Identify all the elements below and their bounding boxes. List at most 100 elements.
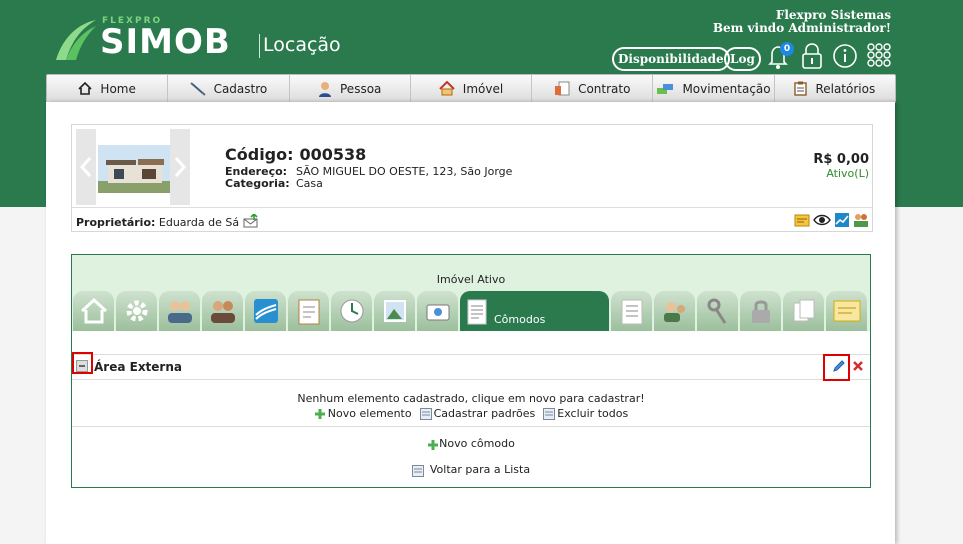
gear-icon	[126, 300, 147, 322]
endereco-value: SÃO MIGUEL DO OESTE, 123, São Jorge	[296, 165, 513, 178]
locacao-wordmark: Locação	[263, 34, 341, 56]
delete-x-icon[interactable]	[852, 360, 864, 372]
menu-cadastro-label: Cadastro	[213, 81, 268, 96]
notification-badge: 0	[780, 42, 794, 56]
camera-icon	[426, 304, 449, 321]
chevron-right-icon	[174, 157, 187, 177]
highlight-edit	[823, 354, 850, 381]
tab-photos[interactable]	[374, 291, 415, 331]
novo-elemento-label: Novo elemento	[327, 407, 412, 420]
simob-wordmark: SIMOB	[100, 22, 231, 62]
voltar-label: Voltar para a Lista	[429, 463, 531, 476]
main-menu: Home Cadastro Pessoa Imóvel Contrato Mov…	[46, 74, 896, 103]
tab-comodos-label: Cômodos	[494, 312, 546, 326]
categoria-label: Categoria:	[225, 177, 290, 190]
lock-icon[interactable]	[800, 42, 824, 70]
status-badge: Ativo(L)	[826, 167, 869, 180]
section-title: Área Externa	[94, 360, 182, 374]
tab-chart[interactable]	[245, 291, 286, 331]
form-delete-icon	[543, 407, 556, 420]
codigo-value: 000538	[299, 145, 367, 164]
plus-icon	[428, 440, 439, 450]
prev-photo-button[interactable]	[76, 129, 96, 205]
owner-actions	[794, 212, 869, 228]
property-tabs: Cômodos	[73, 291, 867, 331]
property-code: Código: 000538	[225, 145, 366, 164]
key-icon	[707, 298, 726, 324]
tab-clipboard[interactable]	[288, 291, 329, 331]
tab-keys[interactable]	[697, 291, 738, 331]
panel-header: Imóvel Ativo Cômodos	[72, 255, 870, 331]
tab-gallery[interactable]	[417, 291, 458, 331]
menu-contrato-label: Contrato	[578, 81, 631, 96]
novo-comodo-label: Novo cômodo	[439, 437, 515, 450]
tab-contacts[interactable]	[654, 291, 695, 331]
owner-label: Proprietário:	[76, 216, 156, 229]
info-icon[interactable]	[832, 42, 858, 70]
tab-list[interactable]	[611, 291, 652, 331]
house-icon	[439, 81, 455, 96]
apps-grid-icon[interactable]	[866, 42, 892, 70]
tab-tenants[interactable]	[202, 291, 243, 331]
note-icon	[833, 300, 860, 322]
section-area-externa: Área Externa	[72, 354, 870, 380]
menu-contrato[interactable]: Contrato	[532, 75, 654, 102]
tab-notes[interactable]	[826, 291, 867, 331]
menu-movimentacao-label: Movimentação	[682, 81, 771, 96]
clipboard-icon	[794, 81, 808, 96]
menu-movimentacao[interactable]: Movimentação	[653, 75, 775, 102]
menu-home-label: Home	[100, 81, 136, 96]
owner-name[interactable]: Eduarda de Sá	[159, 216, 239, 229]
menu-imovel[interactable]: Imóvel	[411, 75, 533, 102]
contact-icon	[663, 302, 685, 322]
people-icon[interactable]	[853, 212, 869, 228]
send-mail-icon[interactable]	[243, 212, 259, 228]
bars-chart-icon	[253, 299, 278, 323]
price-value: R$ 0,00	[813, 152, 869, 167]
list-back-icon	[411, 465, 424, 477]
tab-settings[interactable]	[116, 291, 157, 331]
document-icon[interactable]	[794, 212, 810, 228]
menu-pessoa-label: Pessoa	[340, 81, 382, 96]
tab-calendar[interactable]	[331, 291, 372, 331]
contract-icon	[555, 81, 570, 96]
tab-documents[interactable]	[783, 291, 824, 331]
categoria-row: Categoria: Casa	[225, 177, 323, 190]
property-photo[interactable]	[98, 145, 172, 193]
menu-pessoa[interactable]: Pessoa	[290, 75, 411, 102]
menu-home[interactable]: Home	[47, 75, 169, 102]
menu-cadastro[interactable]: Cadastro	[168, 75, 290, 102]
tab-owners[interactable]	[159, 291, 200, 331]
cadastrar-padroes-link[interactable]: Cadastrar padrões	[419, 407, 535, 420]
tab-lock[interactable]	[740, 291, 781, 331]
novo-elemento-link[interactable]: Novo elemento	[314, 407, 412, 420]
chart-icon[interactable]	[834, 212, 850, 228]
next-photo-button[interactable]	[170, 129, 190, 205]
menu-relatorios[interactable]: Relatórios	[775, 75, 895, 102]
group-icon	[167, 301, 192, 323]
voltar-link[interactable]: Voltar para a Lista	[72, 463, 870, 477]
simob-logo[interactable]: FLEXPRO SIMOB Locação	[52, 14, 352, 64]
person-icon	[319, 81, 331, 97]
tab-home[interactable]	[73, 291, 114, 331]
house-tab-icon	[80, 297, 107, 324]
notepad-icon	[467, 299, 487, 325]
excluir-todos-link[interactable]: Excluir todos	[543, 407, 628, 420]
categoria-value: Casa	[296, 177, 323, 190]
excluir-todos-label: Excluir todos	[557, 407, 629, 420]
eye-icon[interactable]	[813, 212, 831, 228]
photo-carousel	[76, 129, 190, 205]
checklist-icon	[298, 299, 319, 325]
padlock-icon	[751, 300, 770, 323]
codigo-label: Código:	[225, 145, 294, 164]
novo-comodo-link[interactable]: Novo cômodo	[72, 437, 870, 451]
log-button[interactable]: Log	[724, 47, 761, 71]
property-card: Código: 000538 Endereço: SÃO MIGUEL DO OES…	[71, 124, 873, 232]
content-area: Código: 000538 Endereço: SÃO MIGUEL DO OES…	[46, 102, 895, 544]
disponibilidade-button[interactable]: Disponibilidade	[612, 47, 730, 71]
tab-comodos[interactable]: Cômodos	[460, 291, 609, 331]
calendar-clock-icon	[340, 299, 363, 323]
users-icon	[210, 301, 235, 323]
files-icon	[793, 299, 814, 322]
element-actions: Novo elemento Cadastrar padrões Excluir …	[72, 407, 870, 420]
